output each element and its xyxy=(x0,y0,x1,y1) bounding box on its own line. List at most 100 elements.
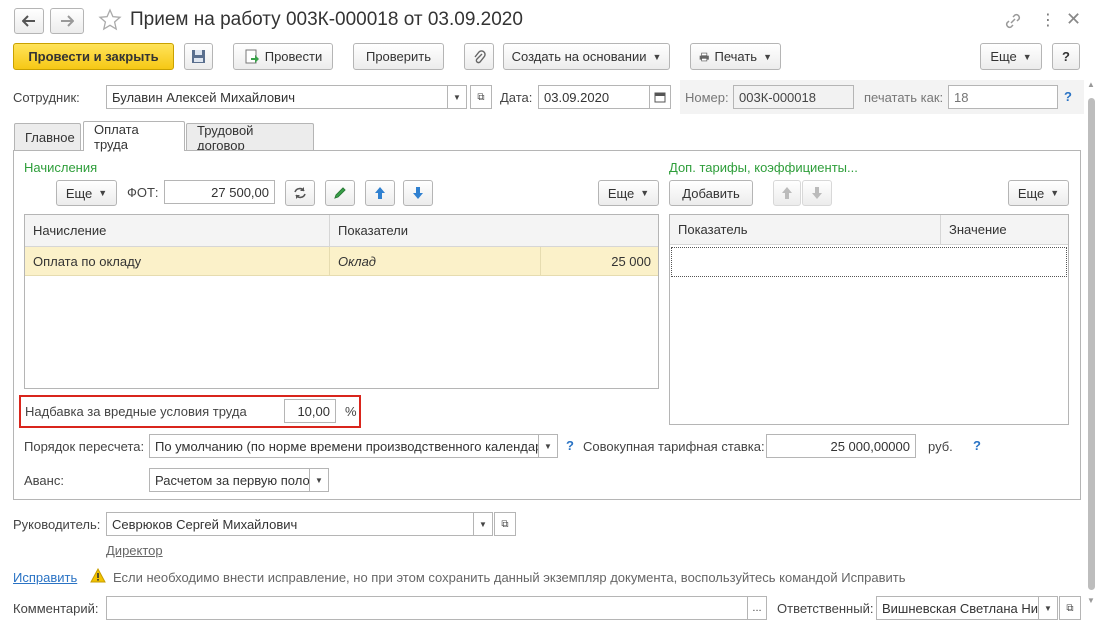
recalc-help-icon[interactable]: ? xyxy=(566,438,574,453)
accrual-name-cell[interactable]: Оплата по окладу xyxy=(25,247,329,275)
close-icon[interactable]: ✕ xyxy=(1066,9,1081,30)
tariffs-title[interactable]: Доп. тарифы, коэффициенты... xyxy=(669,160,858,175)
advance-label: Аванс: xyxy=(24,473,64,488)
post-icon xyxy=(245,49,259,63)
accruals-more-button[interactable]: Еще ▼ xyxy=(56,180,117,206)
favorite-star-icon[interactable] xyxy=(98,8,122,35)
move-up-button[interactable] xyxy=(365,180,395,206)
dropdown-arrow-icon: ▼ xyxy=(98,188,108,198)
dropdown-arrow-icon: ▼ xyxy=(763,51,772,62)
advance-dropdown[interactable]: ▼ xyxy=(309,468,329,492)
move-down-button[interactable] xyxy=(403,180,433,206)
tab-main[interactable]: Главное xyxy=(14,123,81,151)
accruals-more-right-button[interactable]: Еще ▼ xyxy=(598,180,659,206)
fix-note: Если необходимо внести исправление, но п… xyxy=(113,570,906,585)
edit-button[interactable] xyxy=(325,180,355,206)
number-help-icon[interactable]: ? xyxy=(1064,89,1072,104)
refresh-button[interactable] xyxy=(285,180,315,206)
accruals-more-label: Еще xyxy=(65,185,93,201)
create-based-button[interactable]: Создать на основании ▼ xyxy=(503,43,670,70)
manager-dropdown[interactable]: ▼ xyxy=(473,512,493,536)
chevron-down-icon: ▼ xyxy=(315,475,323,485)
more-button[interactable]: Еще ▼ xyxy=(980,43,1042,70)
rate-help-icon[interactable]: ? xyxy=(973,438,981,453)
manager-field[interactable]: Севрюков Сергей Михайлович xyxy=(106,512,474,536)
arrow-down-icon xyxy=(812,187,822,199)
chevron-down-icon: ▼ xyxy=(544,441,552,451)
scroll-up-icon[interactable]: ▲ xyxy=(1087,80,1095,89)
arrow-down-icon xyxy=(413,187,423,199)
print-as-field[interactable] xyxy=(948,85,1058,109)
add-tariff-button[interactable]: Добавить xyxy=(669,180,753,206)
responsible-dropdown[interactable]: ▼ xyxy=(1038,596,1058,620)
dropdown-arrow-icon: ▼ xyxy=(640,188,650,198)
scrollbar[interactable]: ▲ ▼ xyxy=(1086,80,1097,620)
open-icon: ⧉ xyxy=(1066,602,1074,614)
open-icon: ⧉ xyxy=(477,91,485,103)
recalc-label: Порядок пересчета: xyxy=(24,439,145,454)
column-header[interactable]: Начисление xyxy=(25,215,329,246)
warning-icon xyxy=(90,567,106,586)
tariffs-more-button[interactable]: Еще ▼ xyxy=(1008,180,1069,206)
responsible-field[interactable]: Вишневская Светлана Николаевна xyxy=(876,596,1039,620)
accruals-table-header: Начисление Показатели xyxy=(25,215,658,247)
post-and-close-button[interactable]: Провести и закрыть xyxy=(13,43,174,70)
paperclip-icon xyxy=(474,49,486,63)
comment-field[interactable] xyxy=(106,596,748,620)
accruals-title: Начисления xyxy=(24,160,98,175)
dropdown-arrow-icon: ▼ xyxy=(1022,51,1032,62)
tariff-up-button[interactable] xyxy=(773,180,801,206)
recalc-dropdown[interactable]: ▼ xyxy=(538,434,558,458)
manager-label: Руководитель: xyxy=(13,517,101,532)
indicator-value-cell[interactable]: 25 000 xyxy=(541,247,658,275)
tariff-down-button[interactable] xyxy=(802,180,832,206)
empty-row[interactable] xyxy=(671,247,1067,277)
employee-field[interactable]: Булавин Алексей Михайлович xyxy=(106,85,448,109)
printer-icon xyxy=(699,52,709,61)
column-header[interactable]: Показатели xyxy=(330,215,630,246)
manager-open[interactable]: ⧉ xyxy=(494,512,516,536)
manager-position[interactable]: Директор xyxy=(106,543,163,558)
pencil-icon xyxy=(334,187,346,199)
column-header[interactable]: Значение xyxy=(941,215,1068,244)
calendar-icon xyxy=(654,92,666,103)
date-field[interactable]: 03.09.2020 xyxy=(538,85,650,109)
chevron-down-icon: ▼ xyxy=(453,92,461,102)
employee-label: Сотрудник: xyxy=(13,90,80,105)
tab-payment[interactable]: Оплата труда xyxy=(83,121,185,152)
forward-button[interactable] xyxy=(50,8,84,34)
calendar-button[interactable] xyxy=(649,85,671,109)
save-icon xyxy=(192,50,205,63)
tab-contract[interactable]: Трудовой договор xyxy=(186,123,314,153)
help-button[interactable]: ? xyxy=(1052,43,1080,70)
back-button[interactable] xyxy=(14,8,44,34)
employee-dropdown[interactable]: ▼ xyxy=(447,85,467,109)
tariffs-table: Показатель Значение xyxy=(669,214,1069,425)
responsible-open[interactable]: ⧉ xyxy=(1059,596,1081,620)
fix-link[interactable]: Исправить xyxy=(13,570,77,585)
attach-button[interactable] xyxy=(464,43,494,70)
accruals-table: Начисление Показатели Оплата по окладу О… xyxy=(24,214,659,389)
column-header[interactable]: Показатель xyxy=(670,215,940,244)
arrow-right-icon xyxy=(61,15,74,27)
link-icon[interactable] xyxy=(1004,12,1022,33)
bonus-unit: % xyxy=(345,404,357,419)
fot-field: 27 500,00 xyxy=(164,180,275,204)
bonus-field[interactable]: 10,00 xyxy=(284,399,336,423)
comment-expand-button[interactable]: ... xyxy=(747,596,767,620)
scrollbar-thumb[interactable] xyxy=(1088,98,1095,590)
employee-open[interactable]: ⧉ xyxy=(470,85,492,109)
check-button[interactable]: Проверить xyxy=(353,43,444,70)
number-label: Номер: xyxy=(685,90,729,105)
advance-field[interactable]: Расчетом за первую половину месяца xyxy=(149,468,310,492)
table-row[interactable]: Оплата по окладу Оклад 25 000 xyxy=(25,247,658,276)
post-button[interactable]: Провести xyxy=(233,43,333,70)
more-vertical-icon[interactable]: ⋮ xyxy=(1040,10,1056,30)
bonus-label: Надбавка за вредные условия труда xyxy=(25,404,247,419)
save-button[interactable] xyxy=(184,43,213,70)
more-label: Еще xyxy=(990,49,1017,64)
recalc-field[interactable]: По умолчанию (по норме времени производс… xyxy=(149,434,539,458)
indicator-cell[interactable]: Оклад xyxy=(330,247,540,275)
scroll-down-icon[interactable]: ▼ xyxy=(1087,596,1095,605)
print-button[interactable]: Печать ▼ xyxy=(690,43,781,70)
